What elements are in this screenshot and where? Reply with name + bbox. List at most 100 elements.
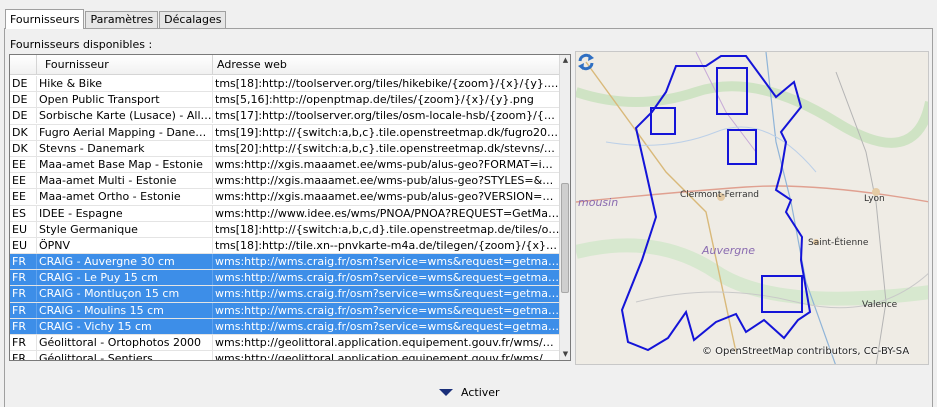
table-row[interactable]: FR Géolittoral - Sentiers wms:http://geoli… <box>10 351 560 361</box>
providers-table: Fournisseur Adresse web DE Hike & Bike tms… <box>9 54 571 361</box>
scroll-down-icon[interactable]: ▼ <box>561 350 570 359</box>
table-row[interactable]: EE Maa-amet Ortho - Estonie wms:http://xgi… <box>10 189 560 206</box>
cell-url: tms[19]:http://{switch:a,b,c}.tile.opens… <box>215 125 560 139</box>
cell-url: tms[5,16]:http://openptmap.de/tiles/{zoo… <box>215 93 534 107</box>
cell-provider: Stevns - Danemark <box>37 140 213 156</box>
cell-country: FR <box>10 335 37 350</box>
cell-url: wms:http://xgis.maaamet.ee/wms-pub/alus-… <box>215 157 560 171</box>
table-row[interactable]: FR CRAIG - Vichy 15 cm wms:http://wms.crai… <box>10 318 560 335</box>
cell-url: wms:http://wms.craig.fr/osm?service=wms&… <box>215 255 560 269</box>
cell-country: FR <box>10 270 37 286</box>
table-row[interactable]: DESorbische Karte (Lusace) - Allemagnetm… <box>10 108 560 125</box>
map-background <box>576 52 928 364</box>
map-label-saint-etienne: Saint-Étienne <box>808 238 869 248</box>
column-header-country[interactable] <box>10 55 37 75</box>
table-row[interactable]: EU Style Germanique tms[18]:http://{switch… <box>10 221 560 238</box>
tab-parametres[interactable]: Paramètres <box>85 11 159 28</box>
cell-country: EE <box>10 189 37 205</box>
cell-country: ES <box>10 205 37 221</box>
table-row[interactable]: FR CRAIG - Le Puy 15 cm wms:http://wms.cra… <box>10 270 560 287</box>
coverage-map[interactable]: mousin Clermont-Ferrand Auvergne Lyon Sa… <box>575 51 929 365</box>
cell-country: EE <box>10 173 37 189</box>
cell-url: tms[17]:http://toolserver.org/tiles/osm-… <box>215 109 560 123</box>
cell-url: tms[18]:http://toolserver.org/tiles/hike… <box>215 77 560 90</box>
table-row[interactable]: EE Maa-amet Multi - Estonie wms:http://xgi… <box>10 173 560 190</box>
cell-country: DK <box>10 140 37 156</box>
cell-provider: CRAIG - Auvergne 30 cm <box>37 254 213 270</box>
table-row[interactable]: ES IDEE - Espagne wms:http://www.idee.es/w… <box>10 205 560 222</box>
table-row[interactable]: FR CRAIG - Moulins 15 cm wms:http://wms.cr… <box>10 302 560 319</box>
map-attribution: © OpenStreetMap contributors, CC-BY-SA <box>702 346 910 357</box>
cell-country: DE <box>10 76 37 91</box>
table-header: Fournisseur Adresse web <box>10 55 560 75</box>
table-row[interactable]: FR CRAIG - Montluçon 15 cm wms:http://wms.… <box>10 286 560 303</box>
cell-country: DK <box>10 124 37 140</box>
map-label-limousin: mousin <box>578 196 619 209</box>
map-label-auvergne: Auvergne <box>702 244 756 257</box>
cell-country: FR <box>10 318 37 334</box>
cell-country: FR <box>10 286 37 302</box>
cell-provider: Maa-amet Ortho - Estonie <box>37 189 213 205</box>
table-row[interactable]: EU ÖPNV tms[18]:http://tile.xn--pnvkarte-m… <box>10 237 560 255</box>
column-header-url[interactable]: Adresse web <box>213 55 560 75</box>
table-row[interactable]: DE Hike & Bike tms[18]:http://toolserver.o… <box>10 76 560 93</box>
providers-panel: Fournisseurs disponibles : Fournisseur A… <box>4 28 933 407</box>
cell-provider: Maa-amet Base Map - Estonie <box>37 156 213 172</box>
cell-url: wms:http://www.idee.es/wms/PNOA/PNOA?REQ… <box>215 206 560 220</box>
cell-provider: CRAIG - Le Puy 15 cm <box>37 270 213 286</box>
column-header-provider[interactable]: Fournisseur <box>37 55 213 75</box>
cell-country: EE <box>10 156 37 172</box>
cell-country: FR <box>10 302 37 318</box>
cell-url: wms:http://wms.craig.fr/osm?service=wms&… <box>215 287 560 301</box>
scroll-up-icon[interactable]: ▲ <box>561 56 570 65</box>
cell-url: wms:http://wms.craig.fr/osm?service=wms&… <box>215 271 560 285</box>
table-row[interactable]: FR Géolittoral - Ortophotos 2000 wms:http:… <box>10 335 560 352</box>
cell-url: wms:http://xgis.maaamet.ee/wms-pub/alus-… <box>215 190 560 204</box>
activate-label: Activer <box>461 386 500 399</box>
table-row[interactable]: EE Maa-amet Base Map - Estonie wms:http://… <box>10 156 560 174</box>
table-row[interactable]: DK Fugro Aerial Mapping - Danemark tms[19]… <box>10 124 560 141</box>
cell-country: FR <box>10 254 37 270</box>
activate-button[interactable]: Activer <box>439 386 500 399</box>
coverage-montlucon <box>650 107 676 135</box>
scrollbar-thumb[interactable] <box>561 183 569 293</box>
tab-bar: Fournisseurs Paramètres Décalages <box>5 8 227 29</box>
cell-url: tms[18]:http://tile.xn--pnvkarte-m4a.de/… <box>215 238 560 252</box>
cell-url: wms:http://geolittoral.application.equip… <box>215 336 560 349</box>
cell-url: tms[20]:http://{switch:a,b,c}.tile.opens… <box>215 141 560 155</box>
cell-provider: Style Germanique <box>37 221 213 237</box>
cell-provider: Hike & Bike <box>37 76 213 91</box>
section-label: Fournisseurs disponibles : <box>10 38 153 51</box>
cell-provider: IDEE - Espagne <box>37 205 213 221</box>
cell-provider: CRAIG - Montluçon 15 cm <box>37 286 213 302</box>
cell-provider: Sorbische Karte (Lusace) - Allemagne <box>37 108 213 124</box>
table-row[interactable]: DK Stevns - Danemark tms[20]:http://{switc… <box>10 140 560 157</box>
cell-provider: Géolittoral - Ortophotos 2000 <box>37 335 213 350</box>
table-body: DE Hike & Bike tms[18]:http://toolserver.o… <box>10 76 560 361</box>
cell-provider: CRAIG - Moulins 15 cm <box>37 302 213 318</box>
cell-provider: ÖPNV <box>37 237 213 253</box>
triangle-down-icon <box>439 389 453 396</box>
cell-provider: Open Public Transport <box>37 92 213 108</box>
cell-url: wms:http://wms.craig.fr/osm?service=wms&… <box>215 303 560 317</box>
tab-fournisseurs[interactable]: Fournisseurs <box>5 9 85 29</box>
cell-url: wms:http://geolittoral.application.equip… <box>215 352 560 361</box>
cell-url: tms[18]:http://{switch:a,b,c,d}.tile.ope… <box>215 222 560 236</box>
tab-decalages[interactable]: Décalages <box>159 11 227 28</box>
cell-provider: Maa-amet Multi - Estonie <box>37 173 213 189</box>
map-label-clermont: Clermont-Ferrand <box>680 190 760 200</box>
table-scrollbar[interactable]: ▲ ▼ <box>559 55 570 360</box>
map-label-lyon: Lyon <box>864 194 885 204</box>
cell-provider: Fugro Aerial Mapping - Danemark <box>39 124 213 140</box>
cell-url: wms:http://xgis.maaamet.ee/wms-pub/alus-… <box>215 174 560 188</box>
cell-country: EU <box>10 237 37 253</box>
map-label-valence: Valence <box>862 300 898 310</box>
refresh-icon[interactable] <box>576 52 596 72</box>
table-row[interactable]: DE Open Public Transport tms[5,16]:http://… <box>10 92 560 109</box>
cell-provider: Géolittoral - Sentiers <box>37 351 213 360</box>
cell-country: FR <box>10 351 37 360</box>
table-row[interactable]: FR CRAIG - Auvergne 30 cm wms:http://wms.c… <box>10 254 560 271</box>
cell-url: wms:http://wms.craig.fr/osm?service=wms&… <box>215 319 560 333</box>
cell-country: EU <box>10 221 37 237</box>
cell-country: DE <box>10 108 37 124</box>
